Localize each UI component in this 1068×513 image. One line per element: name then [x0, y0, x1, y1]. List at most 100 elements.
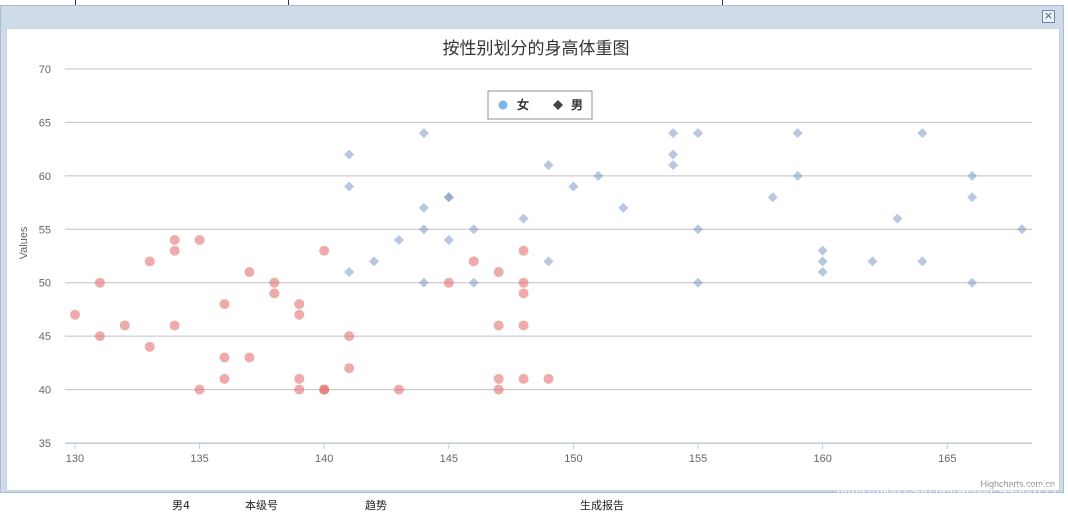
data-point-circle[interactable] [518, 320, 529, 331]
data-point-diamond[interactable] [543, 160, 554, 171]
data-point-diamond[interactable] [393, 234, 404, 245]
y-tick-label: 40 [39, 385, 51, 397]
data-point-diamond[interactable] [443, 234, 454, 245]
data-point-circle[interactable] [144, 256, 155, 267]
data-point-diamond[interactable] [418, 128, 429, 139]
data-point-circle[interactable] [493, 373, 504, 384]
background-text: 本级号 [245, 499, 278, 512]
legend-label-female[interactable]: 女 [517, 97, 529, 112]
data-point-circle[interactable] [344, 363, 355, 374]
data-point-circle[interactable] [219, 352, 230, 363]
data-point-circle[interactable] [518, 373, 529, 384]
data-point-circle[interactable] [269, 288, 280, 299]
data-point-circle[interactable] [518, 245, 529, 256]
data-point-diamond[interactable] [344, 181, 355, 192]
data-point-diamond[interactable] [468, 224, 479, 235]
x-tick-label: 165 [938, 453, 956, 465]
data-point-diamond[interactable] [418, 224, 429, 235]
data-point-circle[interactable] [144, 341, 155, 352]
x-tick-label: 140 [315, 453, 333, 465]
data-point-circle[interactable] [244, 352, 255, 363]
data-point-diamond[interactable] [568, 181, 579, 192]
data-point-circle[interactable] [518, 277, 529, 288]
data-point-diamond[interactable] [344, 267, 355, 278]
data-point-circle[interactable] [393, 384, 404, 395]
data-point-circle[interactable] [468, 256, 479, 267]
data-point-diamond[interactable] [967, 170, 978, 181]
data-point-circle[interactable] [169, 245, 180, 256]
data-point-circle[interactable] [493, 320, 504, 331]
data-point-circle[interactable] [244, 267, 255, 278]
data-point-circle[interactable] [94, 277, 105, 288]
background-text: 生成报告 [580, 499, 624, 512]
data-point-circle[interactable] [94, 331, 105, 342]
data-point-circle[interactable] [294, 373, 305, 384]
legend-marker-circle[interactable] [498, 100, 508, 110]
y-tick-label: 35 [39, 438, 51, 450]
y-tick-label: 50 [39, 278, 51, 290]
data-point-diamond[interactable] [817, 256, 828, 267]
legend-label-male[interactable]: 男 [571, 98, 583, 112]
data-point-diamond[interactable] [369, 256, 380, 267]
data-point-diamond[interactable] [967, 277, 978, 288]
data-point-diamond[interactable] [518, 213, 529, 224]
data-point-diamond[interactable] [767, 192, 778, 203]
chart-panel: 35 40 45 50 55 60 65 70 130 135 140 145 150 155 160 165… [6, 28, 1060, 491]
data-point-diamond[interactable] [867, 256, 878, 267]
data-point-diamond[interactable] [917, 128, 928, 139]
data-point-diamond[interactable] [344, 149, 355, 160]
y-tick-label: 55 [39, 224, 51, 236]
data-point-circle[interactable] [443, 277, 454, 288]
y-tick-label: 70 [39, 64, 51, 76]
data-point-circle[interactable] [518, 288, 529, 299]
data-point-circle[interactable] [319, 384, 330, 395]
data-point-diamond[interactable] [693, 128, 704, 139]
data-point-diamond[interactable] [418, 202, 429, 213]
data-point-diamond[interactable] [418, 277, 429, 288]
data-point-diamond[interactable] [468, 277, 479, 288]
data-point-circle[interactable] [194, 384, 205, 395]
data-point-diamond[interactable] [543, 256, 554, 267]
data-point-diamond[interactable] [792, 128, 803, 139]
data-point-diamond[interactable] [817, 267, 828, 278]
data-point-circle[interactable] [294, 299, 305, 310]
background-text: 男4 [172, 499, 190, 512]
data-point-diamond[interactable] [917, 256, 928, 267]
x-tick-label: 150 [564, 453, 582, 465]
data-point-circle[interactable] [319, 245, 330, 256]
data-point-diamond[interactable] [967, 192, 978, 203]
data-point-circle[interactable] [169, 234, 180, 245]
data-point-circle[interactable] [344, 331, 355, 342]
axes: 35 40 45 50 55 60 65 70 130 135 140 145 150 155 160 165 [39, 64, 1032, 465]
data-point-diamond[interactable] [593, 170, 604, 181]
data-point-circle[interactable] [219, 299, 230, 310]
data-point-circle[interactable] [169, 320, 180, 331]
data-point-diamond[interactable] [618, 202, 629, 213]
data-point-diamond[interactable] [1017, 224, 1028, 235]
data-point-diamond[interactable] [693, 277, 704, 288]
data-point-circle[interactable] [269, 277, 280, 288]
legend: 女 男 [487, 90, 593, 120]
data-point-diamond[interactable] [792, 170, 803, 181]
chart-title: 按性别划分的身高体重图 [443, 39, 630, 58]
data-point-circle[interactable] [294, 309, 305, 320]
data-point-diamond[interactable] [668, 160, 679, 171]
data-point-circle[interactable] [493, 267, 504, 278]
data-point-diamond[interactable] [892, 213, 903, 224]
data-point-circle[interactable] [543, 373, 554, 384]
data-point-circle[interactable] [493, 384, 504, 395]
data-point-circle[interactable] [119, 320, 130, 331]
data-point-diamond[interactable] [668, 149, 679, 160]
data-point-circle[interactable] [294, 384, 305, 395]
data-point-circle[interactable] [194, 234, 205, 245]
data-point-diamond[interactable] [443, 192, 454, 203]
close-icon[interactable]: × [1042, 10, 1055, 23]
data-point-diamond[interactable] [693, 224, 704, 235]
data-point-circle[interactable] [219, 373, 230, 384]
data-point-diamond[interactable] [668, 128, 679, 139]
x-tick-label: 135 [190, 453, 208, 465]
y-axis-label: Values [18, 226, 30, 259]
data-point-diamond[interactable] [817, 245, 828, 256]
data-point-circle[interactable] [69, 309, 80, 320]
chart-dialog: × 35 40 45 50 55 60 65 70 130 135 140 145 150 155 160 1… [0, 5, 1064, 493]
